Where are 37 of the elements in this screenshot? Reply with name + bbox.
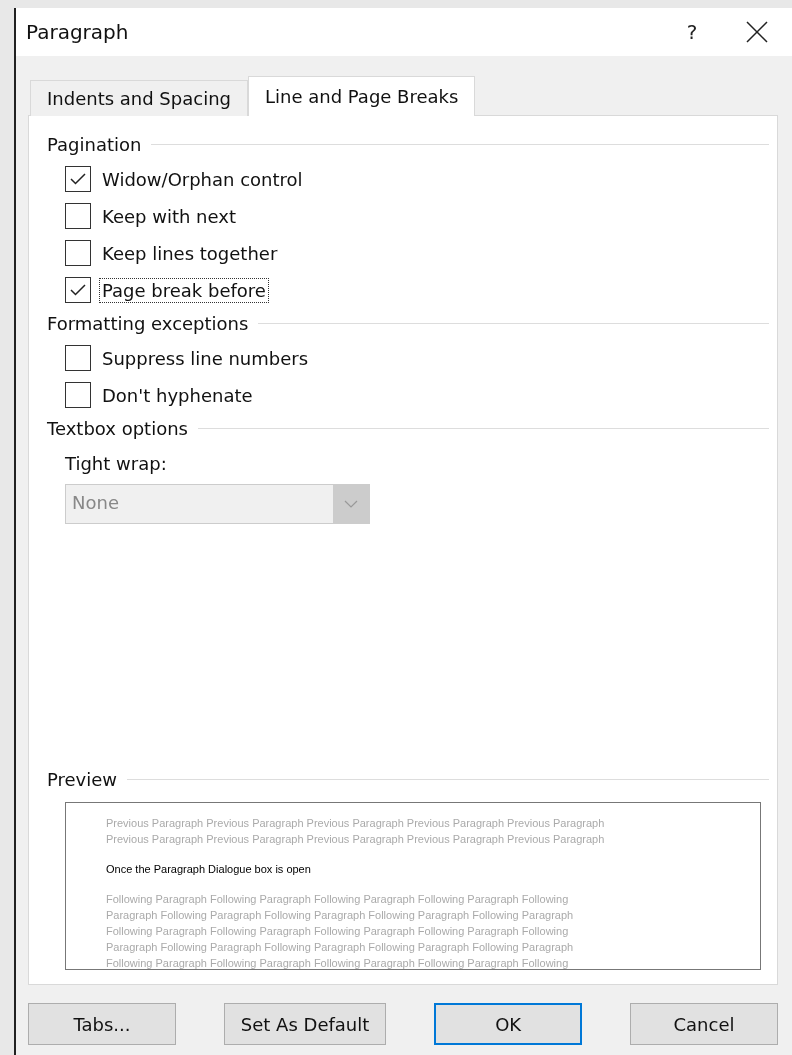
preview-text: Previous Paragraph Previous Paragraph Previous Paragraph Previous Paragraph Previous Paragraph [106, 832, 606, 847]
checkbox-label[interactable]: Page break before [99, 277, 269, 303]
preview-text: Following Paragraph Following Paragraph Following Paragraph Following Paragraph Following [106, 892, 570, 907]
preview-text: Once the Paragraph Dialogue box is open [106, 862, 312, 877]
checkbox-label[interactable]: Don't hyphenate [99, 382, 256, 408]
field-label: Tight wrap: [65, 453, 168, 474]
checkbox[interactable] [65, 277, 91, 303]
help-button[interactable]: ? [662, 8, 722, 56]
checkbox-label[interactable]: Keep lines together [99, 240, 281, 266]
checkbox[interactable] [65, 382, 91, 408]
dialog-button[interactable]: Set As Default [223, 1003, 387, 1045]
checkbox-label[interactable]: Widow/Orphan control [99, 166, 306, 192]
dialog-button[interactable]: OK [434, 1003, 583, 1045]
group-title: Formatting exceptions [47, 313, 249, 334]
dialog-button[interactable]: Cancel [630, 1003, 778, 1045]
checkbox[interactable] [65, 345, 91, 371]
tab[interactable]: Line and Page Breaks [248, 76, 476, 116]
checkbox-label[interactable]: Suppress line numbers [99, 345, 312, 371]
preview-text: Following Paragraph Following Paragraph Following Paragraph Following Paragraph Following [106, 924, 570, 939]
chevron-down-icon [344, 500, 358, 508]
check-icon [70, 173, 86, 185]
preview-text: Previous Paragraph Previous Paragraph Previous Paragraph Previous Paragraph Previous Paragraph [106, 816, 606, 831]
group-title: Preview [47, 769, 118, 790]
group-title: Pagination [47, 134, 142, 155]
close-icon [746, 21, 768, 43]
preview-text: Paragraph Following Paragraph Following Paragraph Following Paragraph Following Paragraph [106, 940, 575, 955]
checkbox[interactable] [65, 240, 91, 266]
window-title: Paragraph [26, 20, 130, 44]
group-title: Textbox options [47, 418, 188, 439]
checkbox[interactable] [65, 166, 91, 192]
dialog-button[interactable]: Tabs... [28, 1003, 176, 1045]
tab[interactable]: Indents and Spacing [30, 80, 248, 116]
checkbox[interactable] [65, 203, 91, 229]
check-icon [70, 284, 86, 296]
preview-text: Following Paragraph Following Paragraph Following Paragraph Following Paragraph Following [106, 956, 570, 971]
preview-text: Paragraph Following Paragraph Following Paragraph Following Paragraph Following Paragraph [106, 908, 575, 923]
checkbox-label[interactable]: Keep with next [99, 203, 239, 229]
